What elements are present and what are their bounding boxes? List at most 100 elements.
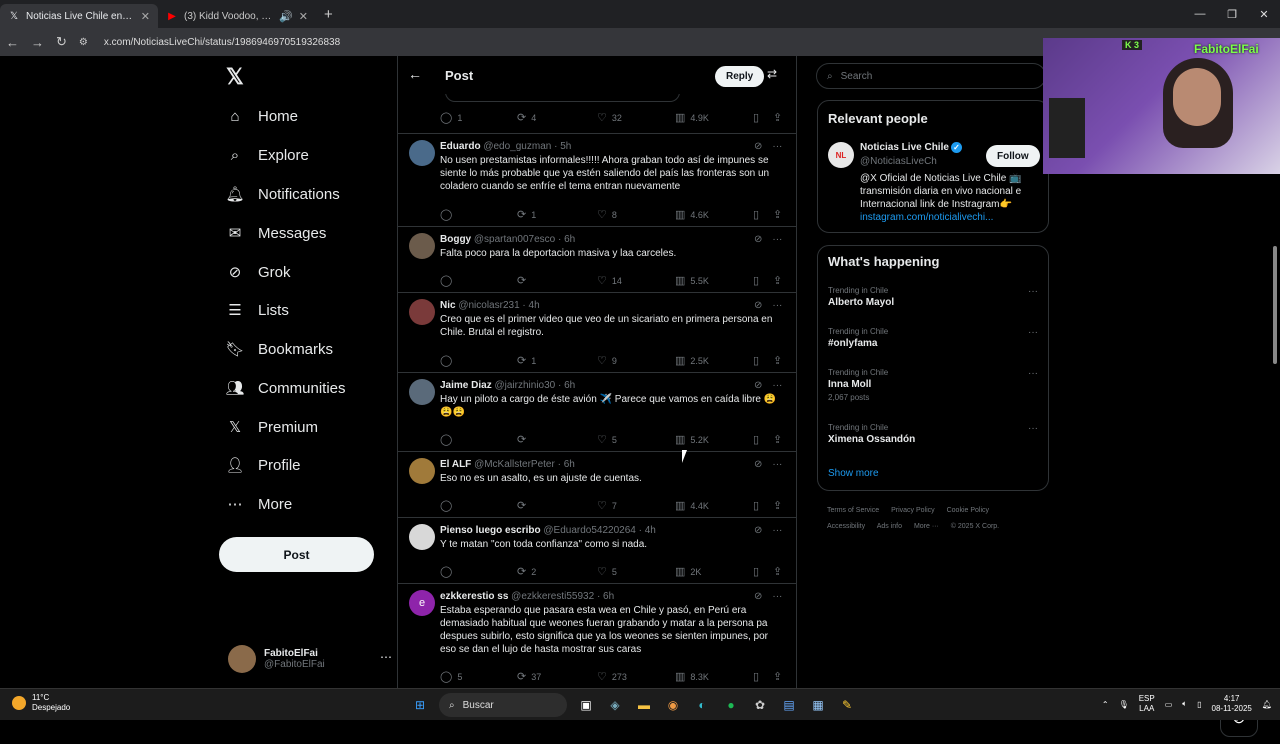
task-view-icon[interactable]: ▣ bbox=[576, 695, 596, 715]
author-handle[interactable]: @nicolasr231 bbox=[458, 300, 519, 311]
author-handle[interactable]: @spartan007esco bbox=[474, 234, 555, 245]
nav-lists[interactable]: ☰ Lists bbox=[226, 297, 289, 323]
battery-icon[interactable]: ▯ bbox=[1197, 700, 1201, 709]
author-handle[interactable]: @jairzhinio30 bbox=[494, 380, 555, 391]
nav-more[interactable]: ⋯ More bbox=[226, 491, 293, 517]
windows-start-icon[interactable]: ⊞ bbox=[410, 695, 430, 715]
more-icon[interactable]: ··· bbox=[772, 525, 782, 536]
bookmark-action[interactable]: ▯ bbox=[753, 208, 759, 221]
author-handle[interactable]: @edo_guzman bbox=[483, 141, 551, 152]
grok-icon[interactable]: ⊘ bbox=[754, 380, 762, 391]
tweet-time[interactable]: · 6h bbox=[597, 591, 614, 602]
tweet[interactable]: El ALF @McKallsterPeter · 6h ⊘ ··· Eso no e… bbox=[398, 451, 796, 517]
like-action[interactable]: ♡ 5 bbox=[597, 565, 617, 578]
site-info-icon[interactable]: ⚙ bbox=[79, 37, 88, 48]
avatar[interactable] bbox=[409, 140, 435, 166]
clock[interactable]: 4:17 08-11-2025 bbox=[1212, 694, 1252, 714]
post-button[interactable]: Post bbox=[219, 537, 374, 572]
reply-action[interactable]: ◯ 1 bbox=[440, 111, 462, 124]
repost-action[interactable]: ⟳ 4 bbox=[517, 111, 536, 124]
scrollbar[interactable] bbox=[1270, 112, 1280, 744]
person-name[interactable]: Noticias Live Chile ✓ bbox=[860, 142, 962, 153]
reply-action[interactable]: ◯ bbox=[440, 208, 457, 221]
repost-action[interactable]: ⟳ 1 bbox=[517, 208, 536, 221]
nav-premium[interactable]: 𝕏 Premium bbox=[226, 414, 318, 440]
nav-communities[interactable]: 👥︎ Communities bbox=[225, 375, 345, 401]
reply-action[interactable]: ◯ bbox=[440, 433, 457, 446]
footer-link[interactable]: Terms of Service bbox=[827, 507, 879, 514]
network-icon[interactable]: ▭ bbox=[1165, 700, 1173, 709]
browser-tab-active[interactable]: 𝕏 Noticias Live Chile en X: "#con ✕ bbox=[0, 4, 158, 28]
author-name[interactable]: El ALF bbox=[440, 459, 471, 470]
forward-icon[interactable]: → bbox=[31, 35, 44, 50]
bookmark-action[interactable]: ▯ bbox=[753, 354, 759, 367]
footer-link[interactable]: More ··· bbox=[914, 523, 939, 530]
notifications-icon[interactable]: 🔔︎ bbox=[1262, 700, 1272, 709]
author-name[interactable]: Eduardo bbox=[440, 141, 481, 152]
back-icon[interactable]: ← bbox=[6, 35, 19, 50]
back-arrow-icon[interactable]: ← bbox=[408, 66, 422, 82]
grok-icon[interactable]: ⊘ bbox=[754, 459, 762, 470]
scrollbar-thumb[interactable] bbox=[1273, 246, 1277, 364]
tweet-time[interactable]: · 6h bbox=[558, 234, 575, 245]
reply-button[interactable]: Reply bbox=[715, 66, 765, 87]
close-tab-icon[interactable]: ✕ bbox=[141, 10, 150, 23]
reply-action[interactable]: ◯ bbox=[440, 565, 457, 578]
share-action[interactable]: ⇪ bbox=[773, 208, 782, 221]
file-explorer-icon[interactable]: ▬ bbox=[634, 695, 654, 715]
tweet-time[interactable]: · 4h bbox=[522, 300, 539, 311]
trend-item[interactable]: Trending in Chile #onlyfama ··· bbox=[828, 327, 1038, 349]
bio-link[interactable]: instagram.com/noticialivechi... bbox=[860, 212, 993, 223]
footer-link[interactable]: Ads info bbox=[877, 523, 902, 530]
trend-item[interactable]: Trending in Chile Alberto Mayol ··· bbox=[828, 286, 1038, 308]
search-input[interactable]: Search bbox=[841, 71, 873, 82]
grok-icon[interactable]: ⊘ bbox=[754, 591, 762, 602]
bookmark-action[interactable]: ▯ bbox=[753, 274, 759, 287]
more-icon[interactable]: ··· bbox=[1028, 327, 1038, 338]
share-action[interactable]: ⇪ bbox=[773, 274, 782, 287]
repost-action[interactable]: ⟳ 37 bbox=[517, 670, 541, 683]
browser-tab[interactable]: ▶ (3) Kidd Voodoo, Ñengo Fl 🔊 ✕ bbox=[158, 4, 316, 28]
author-name[interactable]: Nic bbox=[440, 300, 456, 311]
nav-grok[interactable]: ⊘ Grok bbox=[226, 259, 291, 285]
trend-item[interactable]: Trending in Chile Ximena Ossandón ··· bbox=[828, 423, 1038, 445]
microphone-icon[interactable]: 🎙︎ bbox=[1119, 700, 1129, 709]
like-action[interactable]: ♡ 8 bbox=[597, 208, 617, 221]
reply-action[interactable]: ◯ bbox=[440, 499, 457, 512]
more-icon[interactable]: ··· bbox=[772, 141, 782, 152]
repost-action[interactable]: ⟳ 1 bbox=[517, 354, 536, 367]
nav-profile[interactable]: 👤︎ Profile bbox=[225, 452, 300, 478]
tweet-time[interactable]: · 5h bbox=[554, 141, 571, 152]
more-icon[interactable]: ··· bbox=[1028, 423, 1038, 434]
volume-icon[interactable]: 🔈︎ bbox=[1182, 699, 1187, 709]
views-action[interactable]: ▥ 8.3K bbox=[675, 670, 709, 683]
avatar[interactable]: e bbox=[409, 590, 435, 616]
nav-messages[interactable]: ✉ Messages bbox=[226, 220, 327, 246]
footer-link[interactable]: Accessibility bbox=[827, 523, 865, 530]
obs-icon[interactable]: ▦ bbox=[808, 695, 828, 715]
maximize-icon[interactable]: ❐ bbox=[1216, 8, 1248, 21]
author-handle[interactable]: @ezkkeresti55932 bbox=[511, 591, 594, 602]
avatar[interactable] bbox=[409, 524, 435, 550]
bookmark-action[interactable]: ▯ bbox=[753, 499, 759, 512]
account-switcher[interactable]: FabitoElFai @FabitoElFai ⋯ bbox=[228, 642, 392, 676]
reload-icon[interactable]: ↻ bbox=[56, 34, 67, 50]
trend-item[interactable]: Trending in Chile Inna Moll 2,067 posts … bbox=[828, 368, 1038, 402]
grok-icon[interactable]: ⊘ bbox=[754, 141, 762, 152]
tweet-time[interactable]: · 4h bbox=[639, 525, 656, 536]
avatar[interactable] bbox=[409, 299, 435, 325]
more-icon[interactable]: ··· bbox=[1028, 286, 1038, 297]
grok-icon[interactable]: ⊘ bbox=[754, 525, 762, 536]
like-action[interactable]: ♡ 32 bbox=[597, 111, 622, 124]
share-action[interactable]: ⇪ bbox=[773, 499, 782, 512]
author-handle[interactable]: @Eduardo54220264 bbox=[543, 525, 635, 536]
bookmark-action[interactable]: ▯ bbox=[753, 111, 759, 124]
share-action[interactable]: ⇪ bbox=[773, 670, 782, 683]
author-name[interactable]: Pienso luego escribo bbox=[440, 525, 541, 536]
edge-icon[interactable]: ◐ bbox=[692, 695, 712, 715]
views-action[interactable]: ▥ 5.2K bbox=[675, 433, 709, 446]
url-field[interactable]: x.com/NoticiasLiveChi/status/19869469705… bbox=[104, 37, 340, 48]
share-action[interactable]: ⇪ bbox=[773, 354, 782, 367]
app-icon[interactable]: ✎ bbox=[837, 695, 857, 715]
more-icon[interactable]: ⋯ bbox=[380, 650, 392, 664]
